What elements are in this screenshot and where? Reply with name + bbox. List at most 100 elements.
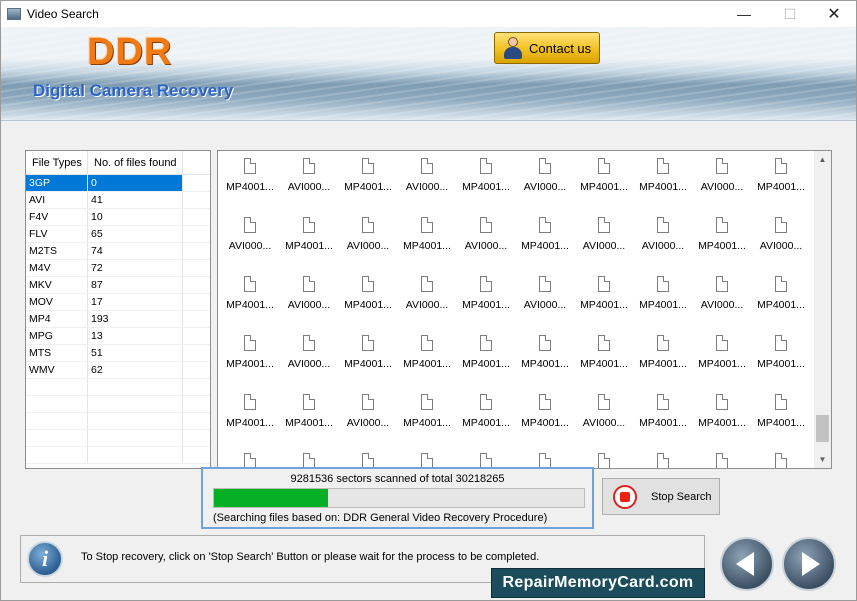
- stop-search-button[interactable]: Stop Search: [602, 478, 720, 515]
- next-button[interactable]: [782, 537, 836, 591]
- file-item[interactable]: AVI000...: [220, 212, 280, 262]
- file-type-row[interactable]: WMV 62: [26, 362, 210, 379]
- file-type-row[interactable]: 3GP 0: [26, 175, 210, 192]
- file-type-row[interactable]: MOV 17: [26, 294, 210, 311]
- file-item[interactable]: MP4001...: [633, 153, 693, 203]
- file-types-table[interactable]: File Types No. of files found 3GP 0 AVI 41 F…: [25, 150, 211, 469]
- file-type-row[interactable]: MPG 13: [26, 328, 210, 345]
- file-item[interactable]: MP4001...: [456, 389, 516, 439]
- file-item[interactable]: MP4001...: [751, 271, 811, 321]
- scroll-up-icon[interactable]: ▲: [814, 151, 831, 168]
- file-item[interactable]: AVI000...: [515, 153, 575, 203]
- file-item[interactable]: AVI000...: [692, 271, 752, 321]
- file-item[interactable]: AVI000...: [456, 212, 516, 262]
- file-item[interactable]: MP4001...: [456, 153, 516, 203]
- file-type-row[interactable]: MKV 87: [26, 277, 210, 294]
- column-header-files-found[interactable]: No. of files found: [88, 151, 183, 174]
- file-type-row[interactable]: [26, 379, 210, 396]
- scroll-down-icon[interactable]: ▼: [814, 451, 831, 468]
- close-button[interactable]: ✕: [811, 1, 857, 27]
- file-item[interactable]: [397, 448, 457, 468]
- title-bar[interactable]: Video Search — ☐ ✕: [1, 1, 856, 27]
- file-item[interactable]: MP4001...: [515, 212, 575, 262]
- file-type-row[interactable]: F4V 10: [26, 209, 210, 226]
- file-item[interactable]: MP4001...: [751, 153, 811, 203]
- file-item[interactable]: MP4001...: [279, 389, 339, 439]
- file-type-row[interactable]: FLV 65: [26, 226, 210, 243]
- file-item[interactable]: [692, 448, 752, 468]
- file-name: AVI000...: [405, 181, 449, 193]
- file-item[interactable]: AVI000...: [279, 271, 339, 321]
- file-item[interactable]: MP4001...: [633, 271, 693, 321]
- file-item[interactable]: AVI000...: [397, 271, 457, 321]
- file-item[interactable]: MP4001...: [397, 389, 457, 439]
- file-item[interactable]: [574, 448, 634, 468]
- file-item[interactable]: AVI000...: [338, 389, 398, 439]
- file-item[interactable]: MP4001...: [220, 330, 280, 380]
- file-type-row[interactable]: M2TS 74: [26, 243, 210, 260]
- scroll-thumb[interactable]: [816, 415, 829, 442]
- file-item[interactable]: [633, 448, 693, 468]
- file-item[interactable]: MP4001...: [633, 389, 693, 439]
- file-item[interactable]: MP4001...: [397, 212, 457, 262]
- files-scrollbar[interactable]: ▲ ▼: [814, 151, 831, 468]
- found-files-panel[interactable]: MP4001... AVI000... MP4001... AVI000... MP40…: [217, 150, 832, 469]
- column-header-file-types[interactable]: File Types: [26, 151, 88, 174]
- file-item[interactable]: [515, 448, 575, 468]
- file-item[interactable]: MP4001...: [633, 330, 693, 380]
- file-icon: [362, 276, 374, 292]
- file-item[interactable]: MP4001...: [692, 330, 752, 380]
- file-type-row[interactable]: M4V 72: [26, 260, 210, 277]
- file-item[interactable]: MP4001...: [692, 212, 752, 262]
- file-type-cell: M2TS: [26, 243, 88, 259]
- file-item[interactable]: AVI000...: [751, 212, 811, 262]
- file-icon: [244, 158, 256, 174]
- maximize-button[interactable]: ☐: [767, 1, 813, 27]
- file-item[interactable]: AVI000...: [279, 153, 339, 203]
- file-item[interactable]: AVI000...: [633, 212, 693, 262]
- file-icon: [421, 158, 433, 174]
- file-item[interactable]: MP4001...: [751, 389, 811, 439]
- file-item[interactable]: [220, 448, 280, 468]
- file-item[interactable]: AVI000...: [338, 212, 398, 262]
- file-item[interactable]: MP4001...: [220, 153, 280, 203]
- file-item[interactable]: MP4001...: [397, 330, 457, 380]
- file-item[interactable]: MP4001...: [574, 153, 634, 203]
- file-item[interactable]: MP4001...: [338, 153, 398, 203]
- file-item[interactable]: MP4001...: [338, 330, 398, 380]
- file-type-row[interactable]: [26, 430, 210, 447]
- file-item[interactable]: [751, 448, 811, 468]
- file-item[interactable]: MP4001...: [279, 212, 339, 262]
- file-item[interactable]: MP4001...: [220, 271, 280, 321]
- file-item[interactable]: AVI000...: [397, 153, 457, 203]
- file-item[interactable]: MP4001...: [574, 330, 634, 380]
- back-button[interactable]: [720, 537, 774, 591]
- file-type-row[interactable]: [26, 396, 210, 413]
- file-type-row[interactable]: MP4 193: [26, 311, 210, 328]
- file-item[interactable]: MP4001...: [692, 389, 752, 439]
- file-type-row[interactable]: [26, 413, 210, 430]
- file-type-row[interactable]: [26, 447, 210, 464]
- file-item[interactable]: AVI000...: [515, 271, 575, 321]
- file-item[interactable]: MP4001...: [515, 330, 575, 380]
- file-item[interactable]: AVI000...: [574, 389, 634, 439]
- file-item[interactable]: MP4001...: [220, 389, 280, 439]
- file-type-row[interactable]: MTS 51: [26, 345, 210, 362]
- file-item[interactable]: MP4001...: [751, 330, 811, 380]
- file-item[interactable]: MP4001...: [456, 271, 516, 321]
- file-item[interactable]: MP4001...: [515, 389, 575, 439]
- minimize-button[interactable]: —: [721, 1, 767, 27]
- file-item[interactable]: MP4001...: [574, 271, 634, 321]
- file-item[interactable]: [338, 448, 398, 468]
- file-item[interactable]: MP4001...: [456, 330, 516, 380]
- video-search-window: Video Search — ☐ ✕ DDR Contact us Digita…: [0, 0, 857, 601]
- file-item[interactable]: AVI000...: [279, 330, 339, 380]
- file-item[interactable]: [279, 448, 339, 468]
- file-type-row[interactable]: AVI 41: [26, 192, 210, 209]
- file-item[interactable]: AVI000...: [692, 153, 752, 203]
- file-item[interactable]: [456, 448, 516, 468]
- file-item[interactable]: AVI000...: [574, 212, 634, 262]
- file-icon: [657, 335, 669, 351]
- contact-us-button[interactable]: Contact us: [494, 32, 600, 64]
- file-item[interactable]: MP4001...: [338, 271, 398, 321]
